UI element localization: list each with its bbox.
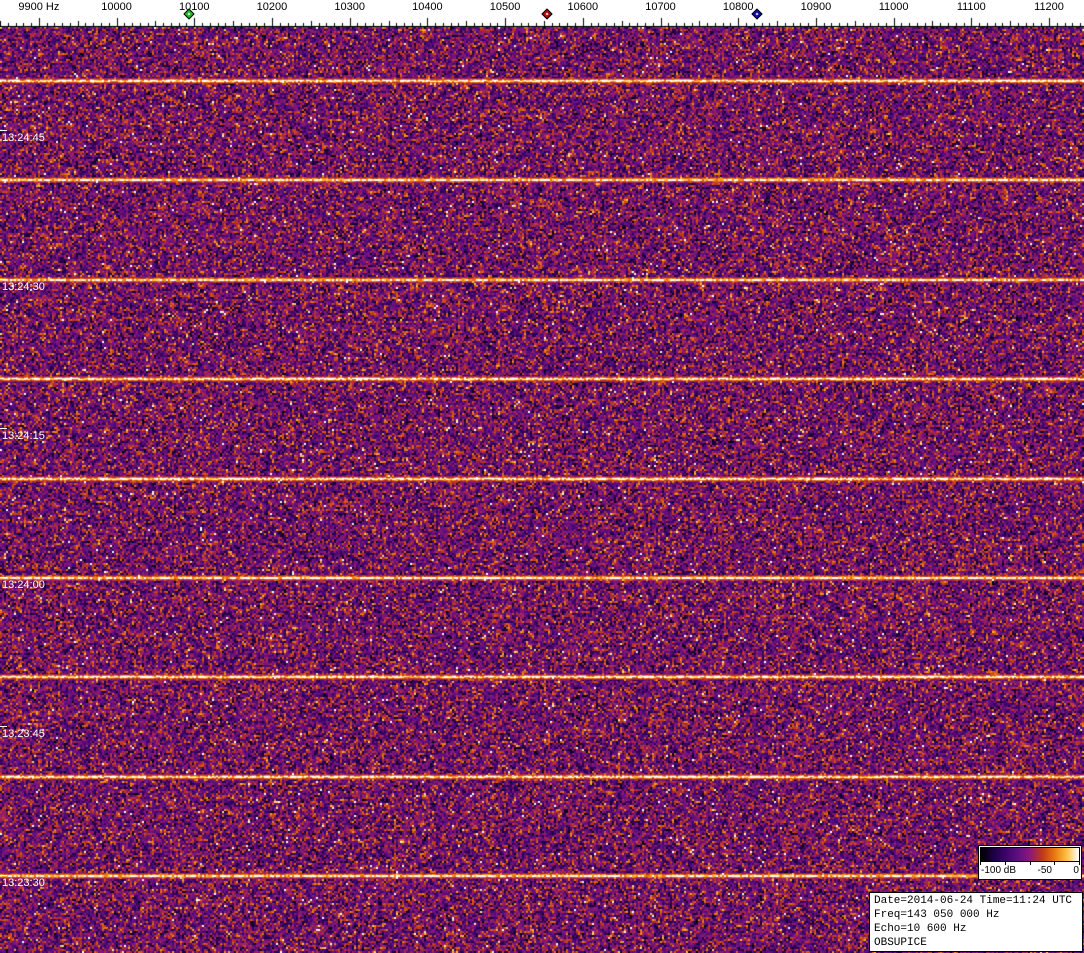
legend-mid-label: -50	[1038, 865, 1052, 877]
marker-blue[interactable]	[751, 8, 762, 19]
legend-max-label: 0	[1073, 865, 1079, 877]
waterfall-window: 9900 Hz 10000 10100 10200 10300 10400 10500 106…	[0, 0, 1084, 953]
info-observatory: OBSUPICE	[874, 936, 1078, 950]
info-frequency: Freq=143 050 000 Hz	[874, 908, 1078, 922]
time-tick	[0, 577, 7, 578]
time-tick	[0, 428, 7, 429]
time-label: 13:23:45	[2, 728, 45, 740]
color-scale-gradient	[980, 847, 1080, 862]
time-tick	[0, 279, 7, 280]
time-tick	[0, 875, 7, 876]
time-label: 13:24:30	[2, 281, 45, 293]
marker-center-dot	[755, 13, 758, 16]
legend-min-label: -100 dB	[981, 865, 1016, 877]
time-tick	[0, 130, 7, 131]
marker-center-dot	[188, 13, 191, 16]
color-scale-legend: -100 dB -50 0	[978, 845, 1082, 880]
marker-green[interactable]	[184, 8, 195, 19]
spectrogram-canvas[interactable]	[0, 27, 1084, 953]
time-tick	[0, 726, 7, 727]
time-label: 13:24:00	[2, 579, 45, 591]
time-label: 13:24:15	[2, 430, 45, 442]
color-scale-labels: -100 dB -50 0	[980, 865, 1080, 878]
marker-center-dot	[545, 13, 548, 16]
time-label: 13:24:45	[2, 132, 45, 144]
frequency-markers	[0, 0, 1084, 27]
info-date-time: Date=2014-06-24 Time=11:24 UTC	[874, 894, 1078, 908]
marker-red[interactable]	[541, 8, 552, 19]
time-label: 13:23:30	[2, 877, 45, 889]
info-box: Date=2014-06-24 Time=11:24 UTC Freq=143 …	[869, 892, 1083, 952]
info-echo: Echo=10 600 Hz	[874, 922, 1078, 936]
